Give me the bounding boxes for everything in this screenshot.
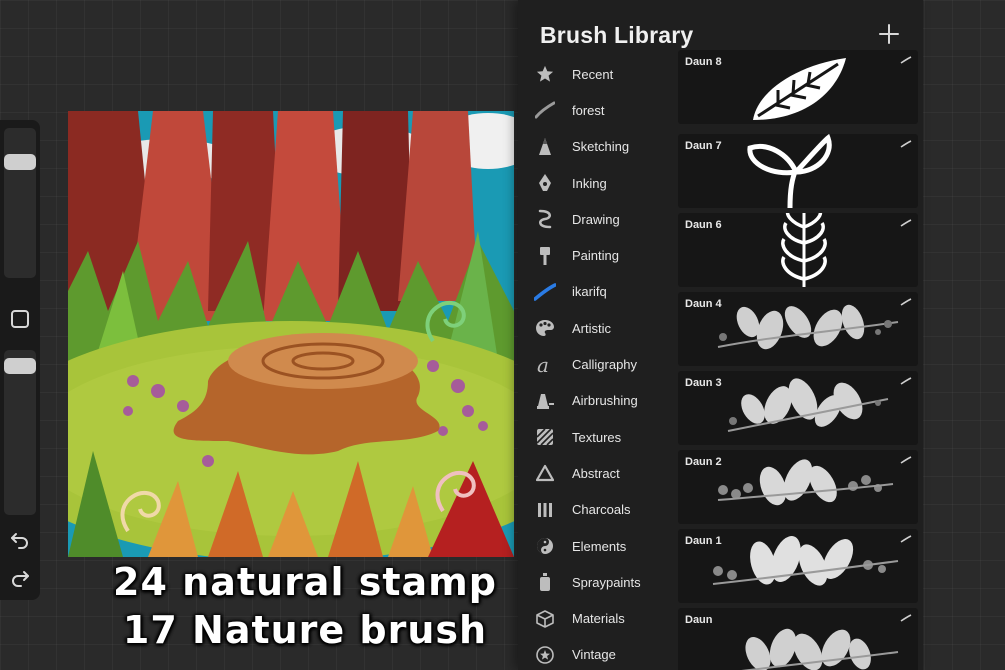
set-ikarifq[interactable]: ikarifq bbox=[518, 274, 673, 310]
pen-nib-icon bbox=[534, 172, 556, 194]
set-label: Textures bbox=[572, 429, 622, 445]
brush-stroke-preview bbox=[741, 628, 899, 670]
set-inking[interactable]: Inking bbox=[518, 165, 673, 201]
brush-name: Daun 6 bbox=[685, 219, 722, 231]
svg-text:a: a bbox=[537, 355, 549, 375]
brush-card-daun-4[interactable]: Daun 4 bbox=[678, 292, 918, 366]
brush-card-daun[interactable]: Daun bbox=[678, 608, 918, 670]
brush-card-daun-6[interactable]: Daun 6 bbox=[678, 213, 918, 287]
pencil-tip-icon bbox=[534, 136, 556, 158]
brush-size-slider[interactable] bbox=[4, 128, 36, 278]
set-recent[interactable]: Recent bbox=[518, 56, 673, 92]
vintage-star-icon bbox=[534, 644, 556, 666]
stroke-tick-icon bbox=[900, 56, 912, 64]
set-elements[interactable]: Elements bbox=[518, 528, 673, 564]
palette-icon bbox=[534, 317, 556, 339]
brush-card-daun-7[interactable]: Daun 7 bbox=[678, 134, 918, 208]
promo-line-2: 17 Nature brush bbox=[122, 608, 488, 652]
airbrush-icon bbox=[534, 390, 556, 412]
brush-name: Daun 1 bbox=[685, 535, 722, 547]
brush-name: Daun 3 bbox=[685, 377, 722, 389]
stroke-swoosh-icon bbox=[534, 99, 556, 121]
set-label: Drawing bbox=[572, 211, 620, 227]
set-abstract[interactable]: Abstract bbox=[518, 455, 673, 491]
modify-button[interactable] bbox=[11, 310, 29, 328]
set-textures[interactable]: Textures bbox=[518, 419, 673, 455]
paint-brush-icon bbox=[534, 245, 556, 267]
sidebar-toolbar bbox=[0, 120, 40, 600]
set-materials[interactable]: Materials bbox=[518, 600, 673, 636]
opacity-handle[interactable] bbox=[4, 358, 36, 374]
set-label: Inking bbox=[572, 175, 607, 191]
set-label: Abstract bbox=[572, 465, 620, 481]
stroke-tick-icon bbox=[900, 535, 912, 543]
set-artistic[interactable]: Artistic bbox=[518, 310, 673, 346]
set-painting[interactable]: Painting bbox=[518, 237, 673, 273]
set-airbrushing[interactable]: Airbrushing bbox=[518, 383, 673, 419]
texture-icon bbox=[534, 426, 556, 448]
squiggle-icon bbox=[534, 208, 556, 230]
stroke-tick-icon bbox=[900, 614, 912, 622]
brush-card-daun-1[interactable]: Daun 1 bbox=[678, 529, 918, 603]
plus-icon bbox=[879, 24, 899, 44]
brush-card-daun-8[interactable]: Daun 8 bbox=[678, 50, 918, 124]
undo-button[interactable] bbox=[8, 530, 32, 550]
brush-name: Daun 8 bbox=[685, 56, 722, 68]
stroke-tick-icon bbox=[900, 456, 912, 464]
set-drawing[interactable]: Drawing bbox=[518, 201, 673, 237]
spray-can-icon bbox=[534, 571, 556, 593]
set-charcoals[interactable]: Charcoals bbox=[518, 492, 673, 528]
brush-name: Daun 7 bbox=[685, 140, 722, 152]
set-label: Elements bbox=[572, 538, 627, 554]
set-label: Calligraphy bbox=[572, 357, 638, 373]
yin-yang-icon bbox=[534, 535, 556, 557]
brush-name: Daun 4 bbox=[685, 298, 722, 310]
brush-name: Daun bbox=[685, 614, 713, 626]
brush-library-panel: Brush Library Recent forest Sketching In… bbox=[518, 0, 923, 670]
forest-illustration bbox=[68, 111, 514, 557]
redo-icon bbox=[12, 571, 29, 587]
star-icon bbox=[534, 63, 556, 85]
brush-library-title: Brush Library bbox=[540, 22, 694, 48]
stroke-tick-icon bbox=[900, 219, 912, 227]
triangle-icon bbox=[534, 462, 556, 484]
stroke-tick-icon bbox=[900, 298, 912, 306]
add-brush-button[interactable] bbox=[875, 20, 903, 48]
set-label: Painting bbox=[572, 248, 619, 264]
set-label: ikarifq bbox=[572, 284, 607, 300]
brush-card-daun-3[interactable]: Daun 3 bbox=[678, 371, 918, 445]
set-spraypaints[interactable]: Spraypaints bbox=[518, 564, 673, 600]
brush-list: Daun 8 Daun 7 Daun 6 Daun 4 Daun 3 Daun … bbox=[678, 50, 918, 670]
calligraphy-a-icon: a bbox=[534, 354, 556, 376]
redo-button[interactable] bbox=[8, 568, 32, 588]
set-label: Charcoals bbox=[572, 502, 631, 518]
set-label: Vintage bbox=[572, 647, 616, 663]
stroke-tick-icon bbox=[900, 377, 912, 385]
brush-size-handle[interactable] bbox=[4, 154, 36, 170]
set-sketching[interactable]: Sketching bbox=[518, 129, 673, 165]
cube-icon bbox=[534, 608, 556, 630]
set-label: Airbrushing bbox=[572, 393, 638, 409]
brush-sets-list: Recent forest Sketching Inking Drawing P… bbox=[518, 56, 673, 670]
set-forest[interactable]: forest bbox=[518, 92, 673, 128]
stroke-tick-icon bbox=[900, 140, 912, 148]
set-label: forest bbox=[572, 102, 605, 118]
canvas-artwork[interactable] bbox=[68, 111, 514, 557]
blue-stroke-icon bbox=[534, 281, 556, 303]
undo-icon bbox=[11, 533, 28, 549]
set-label: Sketching bbox=[572, 139, 630, 155]
set-label: Spraypaints bbox=[572, 574, 641, 590]
set-label: Recent bbox=[572, 66, 614, 82]
brush-card-daun-2[interactable]: Daun 2 bbox=[678, 450, 918, 524]
opacity-slider[interactable] bbox=[4, 350, 36, 515]
charcoal-icon bbox=[534, 499, 556, 521]
set-label: Materials bbox=[572, 611, 625, 627]
set-calligraphy[interactable]: a Calligraphy bbox=[518, 346, 673, 382]
set-label: Artistic bbox=[572, 320, 611, 336]
set-vintage[interactable]: Vintage bbox=[518, 637, 673, 670]
brush-name: Daun 2 bbox=[685, 456, 722, 468]
promo-line-1: 24 natural stamp bbox=[113, 560, 497, 604]
